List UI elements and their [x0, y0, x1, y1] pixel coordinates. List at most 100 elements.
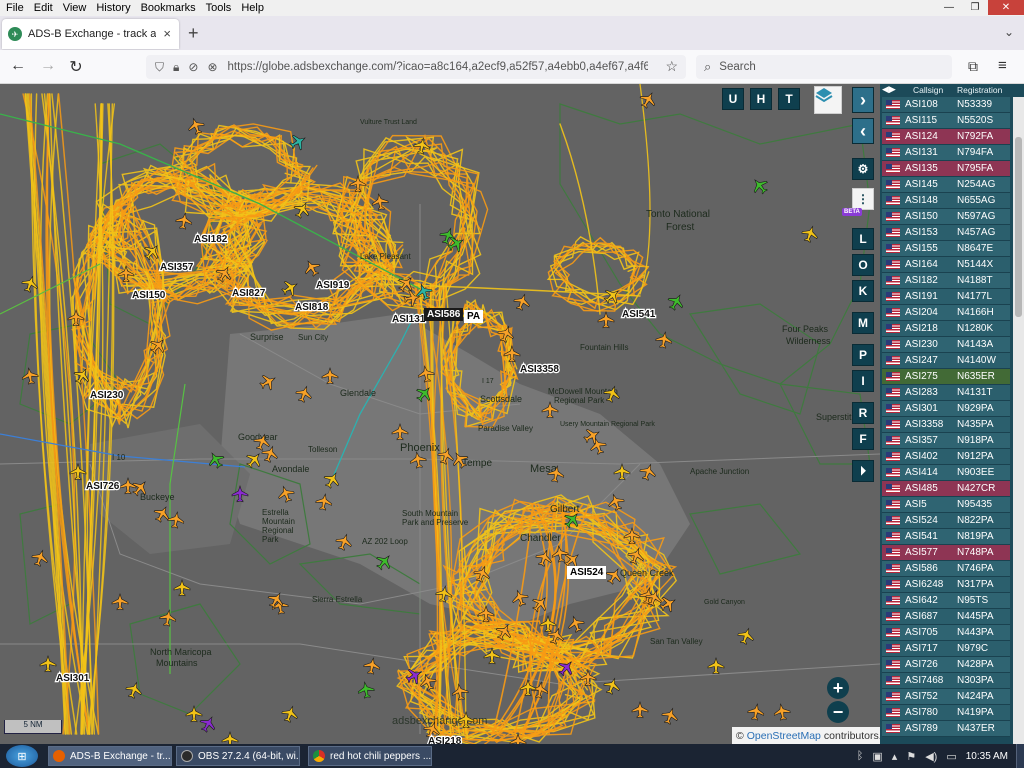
toggle-button-p[interactable]: P	[852, 344, 874, 366]
table-row[interactable]: ASI687 N445PA	[882, 609, 1010, 625]
table-row[interactable]: ASI182 N4188T	[882, 273, 1010, 289]
extensions-icon[interactable]: ⧉	[968, 58, 978, 75]
table-row[interactable]: ASI357 N918PA	[882, 433, 1010, 449]
taskbar-chrome[interactable]: red hot chili peppers ...	[308, 746, 432, 766]
table-row[interactable]: ASI283 N4131T	[882, 385, 1010, 401]
callsign-box-asi524[interactable]: ASI524	[567, 566, 607, 579]
aircraft-icon[interactable]	[660, 706, 680, 726]
table-row[interactable]: ASI3358 N435PA	[882, 417, 1010, 433]
aircraft-icon[interactable]	[197, 713, 219, 735]
tracking-shield-icon[interactable]: ⛉	[155, 60, 164, 75]
minimize-button[interactable]: —	[936, 0, 962, 15]
callsign-box-pa[interactable]: PA	[464, 310, 484, 323]
close-window-button[interactable]: ✕	[988, 0, 1024, 15]
aircraft-icon[interactable]	[221, 731, 239, 744]
taskbar-obs[interactable]: OBS 27.2.4 (64-bit, wi...	[176, 746, 300, 766]
callsign-label[interactable]: ASI726	[85, 480, 121, 494]
replay-icon[interactable]: ⏵	[852, 460, 874, 482]
aircraft-icon[interactable]	[665, 291, 687, 313]
menu-help[interactable]: Help	[235, 2, 268, 14]
aircraft-icon[interactable]	[30, 548, 50, 568]
table-row[interactable]: ASI301 N929PA	[882, 401, 1010, 417]
table-row[interactable]: ASI131 N794FA	[882, 145, 1010, 161]
settings-gear-icon[interactable]: ⚙	[852, 158, 874, 180]
table-row[interactable]: ASI204 N4166H	[882, 305, 1010, 321]
table-row[interactable]: ASI7468 N303PA	[882, 673, 1010, 689]
table-row[interactable]: ASI275 N635ER	[882, 369, 1010, 385]
aircraft-icon[interactable]	[185, 705, 203, 723]
table-row[interactable]: ASI135 N795FA	[882, 161, 1010, 177]
back-button[interactable]: ←	[8, 57, 28, 75]
table-row[interactable]: ASI164 N5144X	[882, 257, 1010, 273]
aircraft-icon[interactable]	[657, 593, 679, 615]
table-row[interactable]: ASI150 N597AG	[882, 209, 1010, 225]
table-row[interactable]: ASI247 N4140W	[882, 353, 1010, 369]
tab-close-icon[interactable]: ×	[163, 26, 171, 41]
table-row[interactable]: ASI155 N8647E	[882, 241, 1010, 257]
table-row[interactable]: ASI414 N903EE	[882, 465, 1010, 481]
callsign-label[interactable]: ASI150	[131, 289, 167, 303]
callsign-label[interactable]: ASI131	[391, 313, 427, 327]
menu-history[interactable]: History	[90, 2, 134, 14]
chevron-right-icon[interactable]: ›	[852, 87, 874, 113]
action-center-flag-icon[interactable]: ⚑	[906, 750, 916, 763]
column-header-callsign[interactable]: Callsign	[913, 85, 943, 95]
zoom-in-button[interactable]: +	[827, 677, 849, 699]
aircraft-icon[interactable]	[512, 292, 532, 312]
callsign-label[interactable]: ASI230	[89, 389, 125, 403]
table-row[interactable]: ASI402 N912PA	[882, 449, 1010, 465]
layer-button-h[interactable]: H	[750, 88, 772, 110]
menu-view[interactable]: View	[57, 2, 91, 14]
collapse-table-icon[interactable]: ◀▶	[882, 84, 902, 97]
clock[interactable]: 10:35 AM	[966, 751, 1008, 762]
aircraft-icon[interactable]	[20, 274, 40, 294]
table-row[interactable]: ASI524 N822PA	[882, 513, 1010, 529]
aircraft-icon[interactable]	[773, 703, 792, 721]
aircraft-icon[interactable]	[602, 676, 622, 696]
table-row[interactable]: ASI705 N443PA	[882, 625, 1010, 641]
table-row[interactable]: ASI789 N437ER	[882, 721, 1010, 737]
aircraft-icon[interactable]	[124, 680, 144, 700]
callsign-label[interactable]: ASI818	[294, 301, 330, 315]
aircraft-icon[interactable]	[451, 683, 470, 701]
map-layers-icon[interactable]	[814, 86, 842, 114]
bluetooth-icon[interactable]: ᛒ	[857, 750, 864, 762]
table-row[interactable]: ASI586 N746PA	[882, 561, 1010, 577]
aircraft-icon[interactable]	[39, 655, 57, 673]
toggle-button-r[interactable]: R	[852, 402, 874, 424]
volume-icon[interactable]: ◀)	[925, 750, 937, 763]
table-scrollbar[interactable]	[1013, 97, 1024, 744]
callsign-label[interactable]: ASI218	[427, 735, 463, 744]
start-button[interactable]: ⊞	[6, 745, 38, 767]
tab-adsb-exchange[interactable]: ✈ ADS-B Exchange - track aircraft ×	[2, 19, 179, 49]
callsign-label[interactable]: ASI541	[621, 308, 657, 322]
aircraft-icon[interactable]	[111, 593, 129, 611]
toggle-button-i[interactable]: I	[852, 370, 874, 392]
reload-button[interactable]: ↻	[66, 57, 86, 77]
table-row[interactable]: ASI780 N419PA	[882, 705, 1010, 721]
zoom-out-button[interactable]: −	[827, 701, 849, 723]
table-row[interactable]: ASI726 N428PA	[882, 657, 1010, 673]
menu-edit[interactable]: Edit	[28, 2, 57, 14]
layer-button-t[interactable]: T	[778, 88, 800, 110]
forward-button[interactable]: →	[38, 57, 58, 75]
table-row[interactable]: ASI752 N424PA	[882, 689, 1010, 705]
table-row[interactable]: ASI153 N457AG	[882, 225, 1010, 241]
table-row[interactable]: ASI191 N4177L	[882, 289, 1010, 305]
table-row[interactable]: ASI124 N792FA	[882, 129, 1010, 145]
url-bar[interactable]: ⛉ 🔒︎ ⊘ ⊗ https://globe.adsbexchange.com/…	[146, 55, 686, 79]
callsign-box-asi586[interactable]: ASI586	[424, 308, 464, 321]
table-row[interactable]: ASI6248 N317PA	[882, 577, 1010, 593]
url-text[interactable]: https://globe.adsbexchange.com/?icao=a8c…	[228, 61, 648, 73]
menu-bookmarks[interactable]: Bookmarks	[135, 2, 200, 14]
taskbar-firefox[interactable]: ADS-B Exchange - tr...	[48, 746, 172, 766]
callsign-label[interactable]: ASI357	[159, 261, 195, 275]
aircraft-icon[interactable]	[363, 657, 382, 675]
toggle-button-o[interactable]: O	[852, 254, 874, 276]
aircraft-icon[interactable]	[301, 257, 323, 279]
table-row[interactable]: ASI148 N655AG	[882, 193, 1010, 209]
table-row[interactable]: ASI145 N254AG	[882, 177, 1010, 193]
lock-icon[interactable]: 🔒︎	[173, 60, 179, 75]
toggle-button-k[interactable]: K	[852, 280, 874, 302]
chevron-up-icon[interactable]: ▴	[892, 750, 898, 763]
